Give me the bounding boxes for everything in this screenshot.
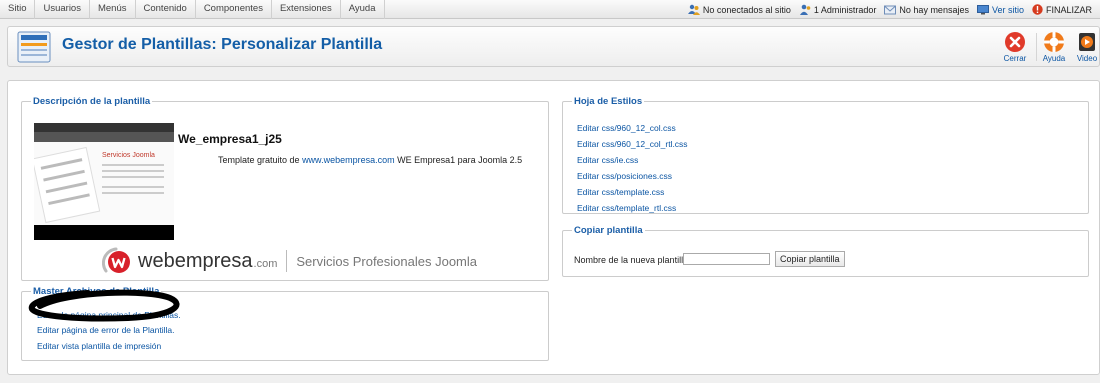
stylesheet-link[interactable]: Editar css/posiciones.css: [577, 171, 672, 181]
thumbnail-body: Servicios Joomla: [34, 142, 174, 225]
stylesheet-link[interactable]: Editar css/960_12_col.css: [577, 123, 676, 133]
thumbnail-nav: [34, 132, 174, 142]
menu-item-usuarios[interactable]: Usuarios: [35, 0, 90, 19]
webempresa-link[interactable]: www.webempresa.com: [302, 155, 395, 165]
master-files-panel: Master Archivos de Plantilla Editar la p…: [21, 286, 549, 361]
logout-link[interactable]: FINALIZAR: [1032, 4, 1092, 15]
thumbnail-card: [34, 146, 101, 224]
template-manager-icon: [17, 31, 51, 63]
logo-tagline: Servicios Profesionales Joomla: [296, 253, 477, 269]
main-menu: Sitio Usuarios Menús Contenido Component…: [0, 0, 385, 19]
admins-status: 1 Administrador: [799, 4, 877, 15]
logo-divider: [286, 250, 288, 272]
stylesheet-link[interactable]: Editar css/960_12_col_rtl.css: [577, 139, 688, 149]
video-icon: [1079, 33, 1095, 51]
stylesheet-link[interactable]: Editar css/template_rtl.css: [577, 203, 676, 213]
admin-icon: [799, 4, 811, 15]
users-icon: [687, 4, 700, 15]
page-title: Gestor de Plantillas: Personalizar Plant…: [62, 36, 383, 53]
menu-item-menus[interactable]: Menús: [90, 0, 136, 19]
help-icon: [1044, 32, 1064, 52]
thumbnail-caption-bar: [34, 225, 174, 240]
view-site-link[interactable]: Ver sitio: [976, 4, 1024, 15]
template-thumbnail[interactable]: Servicios Joomla: [34, 123, 174, 225]
status-bar: No conectados al sitio 1 Administrador N…: [687, 0, 1100, 19]
visitors-status: No conectados al sitio: [687, 4, 791, 15]
close-icon: [1005, 32, 1025, 52]
template-description-panel: Descripción de la plantilla Servicios Jo…: [21, 96, 549, 281]
webempresa-logo: webempresa .com Servicios Profesionales …: [102, 243, 477, 279]
template-description-legend: Descripción de la plantilla: [33, 96, 151, 107]
master-files-legend: Master Archivos de Plantilla: [33, 286, 160, 297]
new-template-name-input[interactable]: [683, 253, 770, 265]
view-site-label: Ver sitio: [991, 4, 1024, 15]
copy-template-button[interactable]: Copiar plantilla: [775, 251, 845, 267]
thumbnail-line: [102, 170, 164, 172]
description-text-before: Template gratuito de: [218, 155, 303, 165]
thumbnail-line: [102, 164, 164, 166]
stylesheets-legend: Hoja de Estilos: [574, 96, 643, 107]
top-menu-bar: Sitio Usuarios Menús Contenido Component…: [0, 0, 1100, 19]
help-label: Ayuda: [1042, 54, 1066, 63]
toolbar: Gestor de Plantillas: Personalizar Plant…: [7, 26, 1100, 67]
logo-wordmark: webempresa: [138, 249, 253, 272]
copy-template-legend: Copiar plantilla: [574, 225, 643, 236]
webempresa-logo-icon: [102, 247, 130, 273]
template-description-text: Template gratuito de www.webempresa.com …: [218, 155, 522, 165]
toolbar-separator: [1036, 33, 1037, 61]
logo-domain: .com: [253, 257, 278, 270]
menu-item-componentes[interactable]: Componentes: [196, 0, 272, 19]
close-button[interactable]: Cerrar: [999, 31, 1031, 63]
stylesheets-panel: Hoja de Estilos Editar css/960_12_col.cs…: [562, 96, 1089, 214]
template-name: We_empresa1_j25: [178, 132, 282, 146]
thumbnail-line: [102, 192, 164, 194]
menu-item-contenido[interactable]: Contenido: [136, 0, 196, 19]
edit-error-page-link[interactable]: Editar página de error de la Plantilla.: [37, 325, 175, 335]
admins-label: 1 Administrador: [813, 4, 877, 15]
stylesheet-link[interactable]: Editar css/template.css: [577, 187, 664, 197]
menu-item-ayuda[interactable]: Ayuda: [341, 0, 385, 19]
thumbnail-title: Servicios Joomla: [102, 152, 155, 159]
thumbnail-line: [102, 176, 164, 178]
stylesheet-link[interactable]: Editar css/ie.css: [577, 155, 638, 165]
menu-item-sitio[interactable]: Sitio: [0, 0, 36, 19]
visitors-label: No conectados al sitio: [702, 4, 791, 15]
help-button[interactable]: Ayuda: [1038, 31, 1070, 63]
logout-icon: [1032, 4, 1043, 15]
monitor-icon: [976, 4, 989, 14]
messages-status: No hay mensajes: [884, 5, 969, 15]
messages-icon: [884, 5, 897, 14]
new-template-name-label: Nombre de la nueva plantilla: [574, 255, 689, 265]
main-content: Descripción de la plantilla Servicios Jo…: [7, 80, 1100, 375]
video-label: Video: [1076, 54, 1098, 63]
description-text-after: WE Empresa1 para Joomla 2.5: [394, 155, 523, 165]
edit-print-view-link[interactable]: Editar vista plantilla de impresión: [37, 341, 161, 351]
thumbnail-line: [102, 186, 164, 188]
thumbnail-header: [34, 123, 174, 132]
messages-label: No hay mensajes: [899, 4, 969, 15]
video-button[interactable]: Video: [1071, 31, 1100, 63]
copy-template-panel: Copiar plantilla Nombre de la nueva plan…: [562, 225, 1089, 277]
logout-label: FINALIZAR: [1045, 4, 1092, 15]
menu-item-extensiones[interactable]: Extensiones: [272, 0, 341, 19]
close-label: Cerrar: [1003, 54, 1027, 63]
edit-main-page-link[interactable]: Editar la página principal de Plantillas…: [37, 310, 181, 320]
